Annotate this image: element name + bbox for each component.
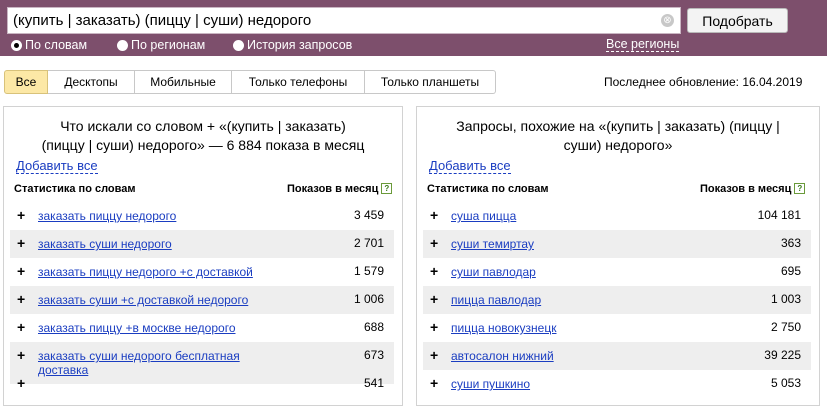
table-row: + суши павлодар 695 [423, 258, 811, 286]
table-row: + суши пушкино 5 053 [423, 370, 811, 398]
impressions-count: 2 750 [770, 320, 801, 334]
panel-title-line: Запросы, похожие на «(купить | заказать)… [456, 118, 780, 134]
help-icon[interactable]: ? [794, 183, 806, 194]
impressions-count: 39 225 [764, 348, 801, 362]
impressions-count: 695 [780, 264, 801, 278]
keyword-link[interactable]: заказать суши недорого [38, 237, 172, 251]
add-keyword-icon[interactable]: + [17, 208, 25, 222]
search-query[interactable]: (купить | заказать) (пиццу | суши) недор… [13, 12, 311, 29]
right-panel: Запросы, похожие на «(купить | заказать)… [416, 106, 820, 406]
table-row: + суша пицца 104 181 [423, 202, 811, 230]
panel-title: Что искали со словом + «(купить | заказа… [4, 117, 402, 155]
tab-tablets-only[interactable]: Только планшеты [365, 70, 496, 94]
table-row: + автосалон нижний 39 225 [423, 342, 811, 370]
help-icon[interactable]: ? [381, 183, 393, 194]
last-update: Последнее обновление: 16.04.2019 [604, 75, 803, 89]
all-regions-link[interactable]: Все регионы [606, 38, 680, 52]
impressions-count: 688 [363, 320, 384, 334]
add-keyword-icon[interactable]: + [430, 264, 438, 278]
impressions-count: 104 181 [757, 208, 801, 222]
tab-mobile[interactable]: Мобильные [135, 70, 232, 94]
table-row: +541 [10, 370, 394, 398]
panel-title-line: (пиццу | суши) недорого» — 6 884 показа … [41, 137, 365, 153]
tab-desktops[interactable]: Десктопы [48, 70, 135, 94]
clear-icon[interactable]: ⊗ [661, 14, 674, 27]
radio-icon [117, 39, 128, 51]
left-panel: Что искали со словом + «(купить | заказа… [3, 106, 403, 406]
radio-label: По регионам [131, 38, 206, 52]
add-keyword-icon[interactable]: + [17, 320, 25, 334]
impressions-count: 2 701 [353, 236, 384, 250]
column-header-label: Показов в месяц [287, 183, 379, 195]
add-keyword-icon[interactable]: + [430, 236, 438, 250]
table-row: + заказать суши недорого 2 701 [10, 230, 394, 258]
keyword-link[interactable]: суши павлодар [451, 265, 536, 279]
table-row: + заказать суши +с доставкой недорого 1 00… [10, 286, 394, 314]
tab-all[interactable]: Все [4, 70, 48, 94]
impressions-count: 541 [363, 376, 384, 390]
radio-by-words[interactable]: По словам [11, 38, 87, 52]
add-keyword-icon[interactable]: + [17, 236, 25, 250]
impressions-count: 3 459 [353, 208, 384, 222]
keyword-link[interactable]: суша пицца [451, 209, 516, 223]
keyword-link[interactable]: автосалон нижний [451, 349, 554, 363]
table-row: + заказать пиццу недорого +с доставкой 1 5… [10, 258, 394, 286]
keyword-link[interactable]: заказать пиццу недорого +с доставкой [38, 265, 253, 279]
impressions-count: 1 006 [353, 292, 384, 306]
device-tabs: Все Десктопы Мобильные Только телефоны Т… [4, 70, 496, 94]
impressions-count: 1 003 [770, 292, 801, 306]
column-header-label: Показов в месяц [700, 183, 792, 195]
radio-icon [233, 39, 244, 51]
table-row: + пицца павлодар 1 003 [423, 286, 811, 314]
radio-label: История запросов [247, 38, 353, 52]
mode-selector: По словам По регионам История запросов В… [0, 36, 827, 56]
keyword-link[interactable]: суши пушкино [451, 377, 530, 391]
add-keyword-icon[interactable]: + [430, 348, 438, 362]
impressions-count: 673 [363, 348, 384, 362]
radio-label: По словам [25, 38, 88, 52]
keyword-link[interactable]: пицца новокузнецк [451, 321, 556, 335]
table-row: + заказать пиццу +в москве недорого 688 [10, 314, 394, 342]
radio-selected-icon [11, 39, 22, 51]
column-header-words: Статистика по словам [427, 183, 549, 195]
table-row: + суши темиртау 363 [423, 230, 811, 258]
add-keyword-icon[interactable]: + [430, 320, 438, 334]
search-header: (купить | заказать) (пиццу | суши) недор… [0, 0, 827, 56]
keyword-link[interactable]: заказать пиццу недорого [38, 209, 176, 223]
table-row: + заказать пиццу недорого 3 459 [10, 202, 394, 230]
keyword-link[interactable]: заказать суши +с доставкой недорого [38, 293, 248, 307]
add-keyword-icon[interactable]: + [430, 208, 438, 222]
impressions-count: 1 579 [353, 264, 384, 278]
add-keyword-icon[interactable]: + [430, 376, 438, 390]
add-keyword-icon[interactable]: + [430, 292, 438, 306]
add-keyword-icon[interactable]: + [17, 264, 25, 278]
impressions-count: 363 [780, 236, 801, 250]
column-header-words: Статистика по словам [14, 183, 136, 195]
panel-title-line: Что искали со словом + «(купить | заказа… [60, 118, 346, 134]
search-input[interactable]: (купить | заказать) (пиццу | суши) недор… [7, 7, 681, 34]
tab-phones-only[interactable]: Только телефоны [232, 70, 365, 94]
keyword-link[interactable]: заказать пиццу +в москве недорого [38, 321, 236, 335]
radio-by-regions[interactable]: По регионам [117, 38, 205, 52]
column-header-count: Показов в месяц? [287, 183, 393, 195]
add-keyword-icon[interactable]: + [17, 376, 25, 390]
keyword-link[interactable]: суши темиртау [451, 237, 534, 251]
add-all-link[interactable]: Добавить все [429, 159, 511, 174]
keyword-link[interactable]: пицца павлодар [451, 293, 541, 307]
add-keyword-icon[interactable]: + [17, 292, 25, 306]
panel-title: Запросы, похожие на «(купить | заказать)… [417, 117, 819, 155]
impressions-count: 5 053 [770, 376, 801, 390]
radio-history[interactable]: История запросов [233, 38, 352, 52]
submit-button[interactable]: Подобрать [687, 8, 788, 33]
panel-title-line: суши) недорого» [563, 137, 673, 153]
add-keyword-icon[interactable]: + [17, 348, 25, 362]
table-row: + пицца новокузнецк 2 750 [423, 314, 811, 342]
add-all-link[interactable]: Добавить все [16, 159, 98, 174]
column-header-count: Показов в месяц? [700, 183, 806, 195]
